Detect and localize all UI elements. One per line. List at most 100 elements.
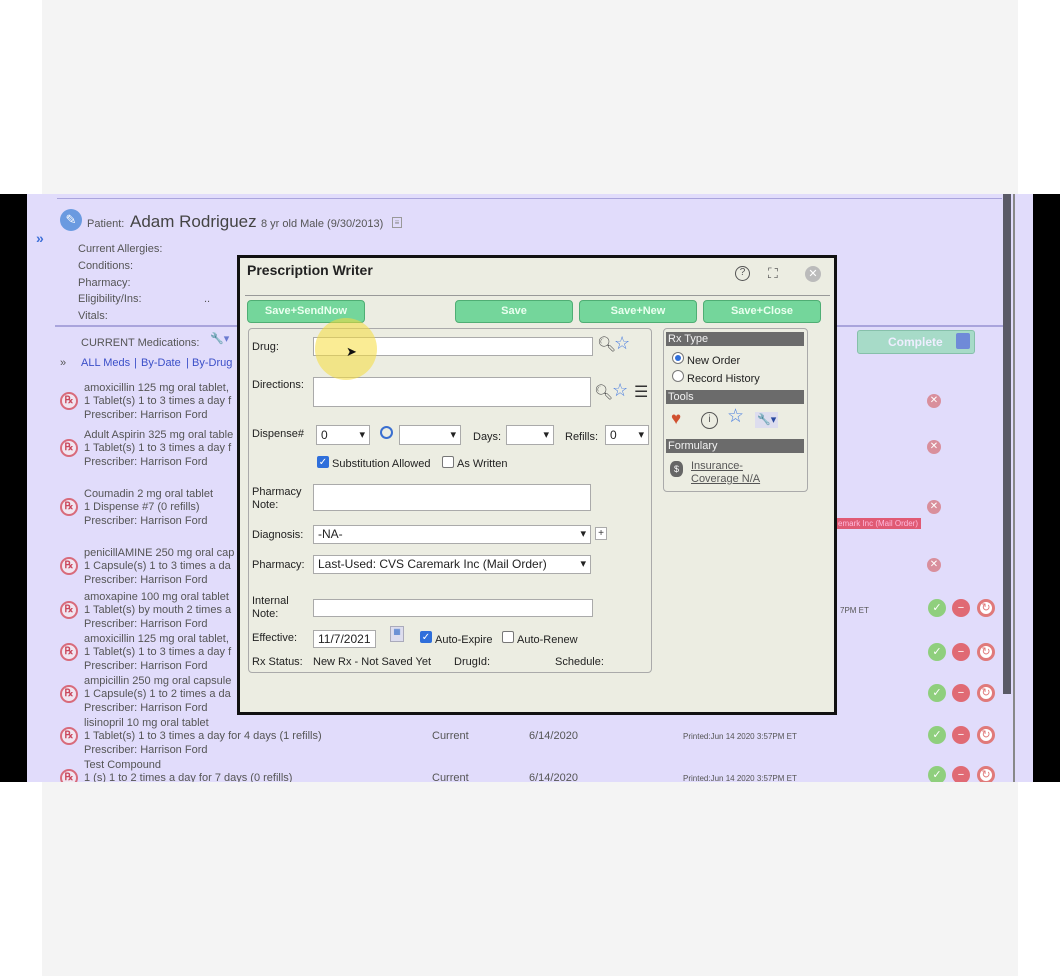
effective-date-input[interactable]: 11/7/2021 — [313, 630, 376, 648]
wrench-menu-icon[interactable]: 🔧▾ — [755, 412, 779, 428]
discontinue-icon[interactable]: ✕ — [927, 558, 941, 572]
pharmacy-select[interactable]: Last-Used: CVS Caremark Inc (Mail Order) — [313, 555, 591, 574]
close-icon[interactable]: ✕ — [805, 266, 821, 282]
fullscreen-icon[interactable]: ⛶ — [768, 265, 778, 281]
rx-icon[interactable]: ℞ — [60, 685, 78, 703]
med-name[interactable]: amoxicillin 125 mg oral tablet, — [84, 382, 229, 394]
conditions-label: Conditions: — [78, 260, 134, 272]
search-icon[interactable]: 🔍︎ — [594, 385, 613, 401]
rx-icon[interactable]: ℞ — [60, 557, 78, 575]
pharmacy-note-input[interactable] — [313, 484, 591, 511]
days-select[interactable] — [506, 425, 554, 445]
discontinue-icon[interactable]: ✕ — [927, 394, 941, 408]
med-name[interactable]: Test Compound — [84, 759, 161, 771]
rx-icon[interactable]: ℞ — [60, 769, 78, 782]
favorite-star-icon[interactable]: ☆ — [727, 407, 744, 426]
as-written-checkbox[interactable] — [442, 456, 454, 468]
med-name[interactable]: Coumadin 2 mg oral tablet — [84, 488, 213, 500]
auto-renew-checkbox[interactable] — [502, 631, 514, 643]
mouse-cursor-icon: ➤ — [346, 344, 357, 359]
discontinue-icon[interactable]: ✕ — [927, 500, 941, 514]
med-prescriber: Prescriber: Harrison Ford — [84, 574, 208, 586]
edit-patient-icon[interactable]: ✎ — [60, 209, 82, 231]
filter-by-drug[interactable]: By-Drug — [192, 357, 232, 369]
discontinue-icon[interactable]: ✕ — [927, 440, 941, 454]
substitution-label: Substitution Allowed — [332, 458, 431, 470]
expand-sidebar-icon[interactable]: » — [36, 230, 44, 246]
stop-icon[interactable]: − — [952, 643, 970, 661]
med-name[interactable]: Adult Aspirin 325 mg oral table — [84, 429, 233, 441]
formulary-header: Formulary — [666, 439, 804, 453]
renew-icon[interactable]: ↻ — [977, 599, 995, 617]
rx-icon[interactable]: ℞ — [60, 439, 78, 457]
rx-icon[interactable]: ℞ — [60, 392, 78, 410]
scrollbar[interactable] — [1003, 194, 1011, 694]
med-sig: 1 Capsule(s) 1 to 2 times a da — [84, 688, 231, 700]
heart-icon[interactable]: ♥ — [671, 410, 681, 427]
stop-icon[interactable]: − — [952, 684, 970, 702]
calendar-icon[interactable]: ▦ — [390, 626, 404, 642]
patient-info: 8 yr old Male (9/30/2013) — [261, 218, 384, 230]
med-name[interactable]: penicillAMINE 250 mg oral cap — [84, 547, 234, 559]
substitution-checkbox[interactable]: ✓ — [317, 456, 329, 468]
list-menu-icon[interactable]: ☰ — [634, 385, 648, 401]
filter-all-meds[interactable]: ALL Meds — [81, 357, 130, 369]
med-status: Current — [432, 772, 469, 782]
stop-icon[interactable]: − — [952, 726, 970, 744]
insurance-coverage-link[interactable]: Insurance-Coverage N/A — [691, 460, 761, 486]
diagnosis-select[interactable]: -NA- — [313, 525, 591, 544]
med-name[interactable]: amoxapine 100 mg oral tablet — [84, 591, 229, 603]
schedule-label: Schedule: — [555, 656, 604, 668]
days-label: Days: — [473, 431, 502, 443]
wrench-menu-icon[interactable]: 🔧▾ — [210, 332, 229, 345]
renew-icon[interactable]: ↻ — [977, 643, 995, 661]
med-prescriber: Prescriber: Harrison Ford — [84, 618, 208, 630]
info-icon[interactable]: i — [701, 412, 718, 429]
renew-icon[interactable]: ↻ — [977, 766, 995, 782]
favorite-star-icon[interactable]: ☆ — [612, 381, 628, 399]
filter-by-date[interactable]: By-Date — [141, 357, 181, 369]
new-order-radio[interactable] — [672, 352, 684, 364]
internal-note-input[interactable] — [313, 599, 593, 617]
refills-select[interactable]: 0 — [605, 425, 649, 445]
renew-icon[interactable]: ↻ — [977, 684, 995, 702]
auto-renew-label: Auto-Renew — [517, 634, 578, 646]
med-printed: Printed:Jun 14 2020 3:57PM ET — [683, 732, 797, 741]
auto-expire-checkbox[interactable]: ✓ — [420, 631, 432, 643]
save-new-button[interactable]: Save+New — [579, 300, 697, 323]
save-close-button[interactable]: Save+Close — [703, 300, 821, 323]
refill-icon[interactable]: ✓ — [928, 599, 946, 617]
add-diagnosis-button[interactable]: + — [595, 527, 607, 540]
patient-card-icon[interactable]: ≡ — [392, 217, 402, 228]
allergies-label: Current Allergies: — [78, 243, 163, 255]
med-name[interactable]: amoxicillin 125 mg oral tablet, — [84, 633, 229, 645]
favorite-star-icon[interactable]: ☆ — [614, 334, 630, 352]
refill-icon[interactable]: ✓ — [928, 643, 946, 661]
stop-icon[interactable]: − — [952, 599, 970, 617]
directions-input[interactable] — [313, 377, 591, 407]
refill-icon[interactable]: ✓ — [928, 766, 946, 782]
med-sig: 1 Tablet(s) 1 to 3 times a day f — [84, 646, 232, 658]
record-history-radio[interactable] — [672, 370, 684, 382]
help-icon[interactable]: ? — [735, 266, 750, 281]
dispense-select[interactable]: 0 — [316, 425, 370, 445]
save-button[interactable]: Save — [455, 300, 573, 323]
med-name[interactable]: lisinopril 10 mg oral tablet — [84, 717, 209, 729]
refill-icon[interactable]: ✓ — [928, 726, 946, 744]
pharmacy-note-label: Pharmacy Note: — [252, 486, 302, 511]
unit-info-icon[interactable] — [380, 426, 393, 439]
med-sig: 1 Tablet(s) 1 to 3 times a day f — [84, 395, 232, 407]
stop-icon[interactable]: − — [952, 766, 970, 782]
rx-icon[interactable]: ℞ — [60, 498, 78, 516]
med-name[interactable]: ampicillin 250 mg oral capsule — [84, 675, 231, 687]
rx-icon[interactable]: ℞ — [60, 601, 78, 619]
effective-label: Effective: — [252, 632, 298, 644]
rx-icon[interactable]: ℞ — [60, 643, 78, 661]
rx-icon[interactable]: ℞ — [60, 727, 78, 745]
med-sig: 1 Tablet(s) 1 to 3 times a day for 4 day… — [84, 730, 322, 742]
complete-button[interactable]: Complete — [857, 330, 975, 354]
unit-select[interactable] — [399, 425, 461, 445]
renew-icon[interactable]: ↻ — [977, 726, 995, 744]
med-sig: 1 Capsule(s) 1 to 3 times a da — [84, 560, 231, 572]
refill-icon[interactable]: ✓ — [928, 684, 946, 702]
